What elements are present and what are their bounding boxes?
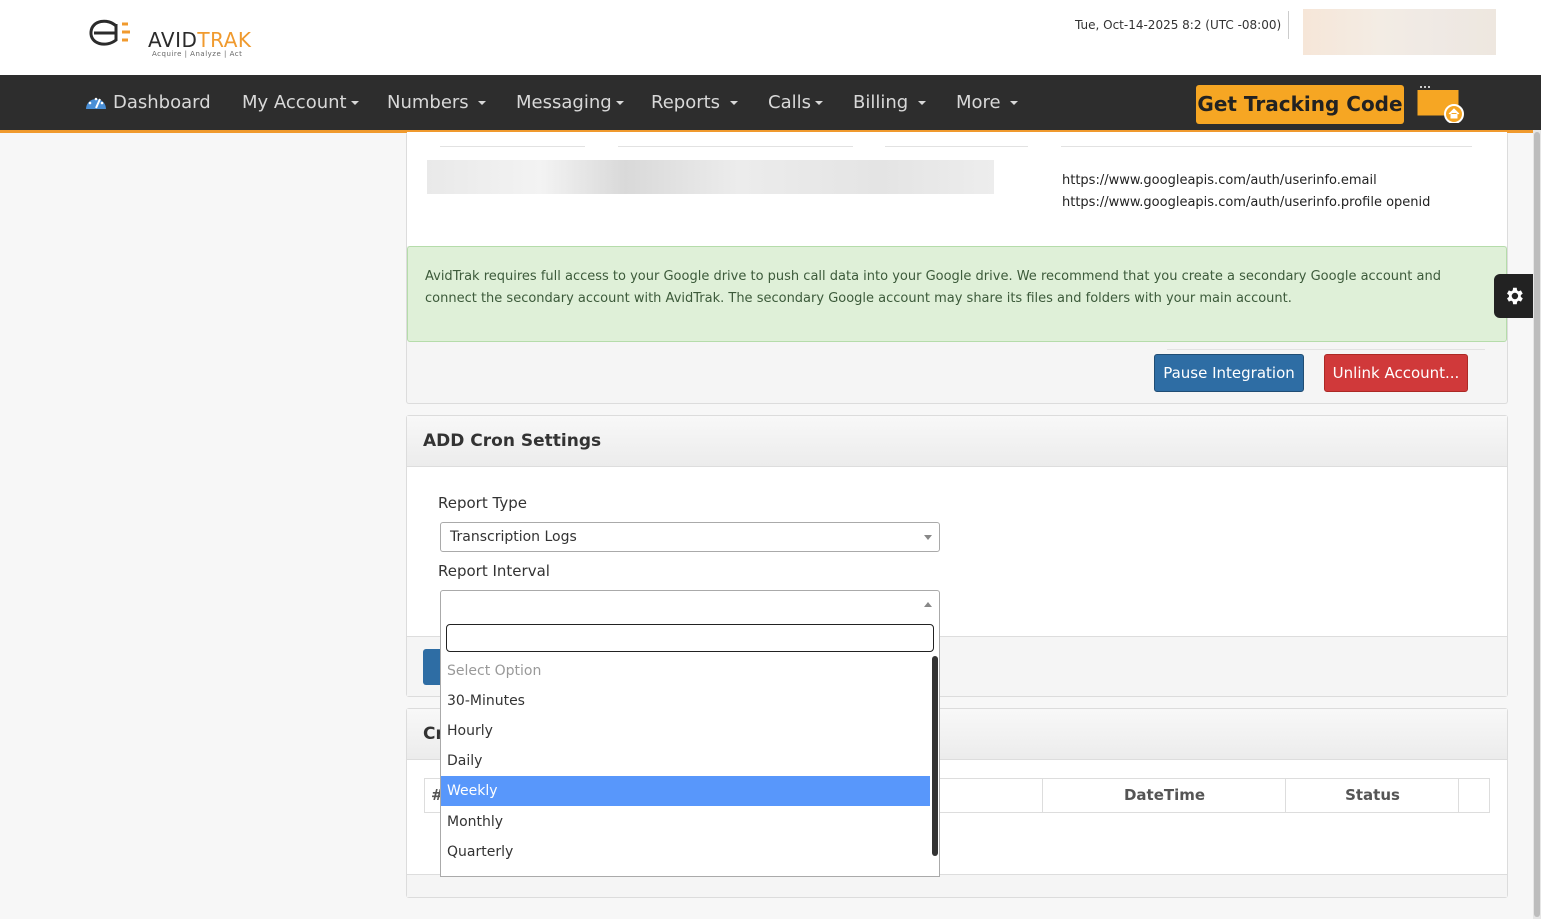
option-label: Weekly [447, 783, 498, 799]
current-datetime: Tue, Oct-14-2025 8:2 (UTC -08:00) [1075, 18, 1282, 32]
integration-details: https://www.googleapis.com/auth/userinfo… [407, 132, 1507, 246]
account-info-redacted [427, 160, 994, 194]
settings-gear-tab[interactable] [1494, 274, 1534, 318]
nav-dashboard-label: Dashboard [113, 92, 211, 113]
chevron-up-icon [924, 602, 932, 607]
dashboard-gauge-icon [86, 97, 106, 109]
panel-footer [407, 874, 1507, 897]
page-scrollbar-thumb[interactable] [1534, 132, 1540, 917]
report-type-value: Transcription Logs [450, 529, 577, 545]
nav-billing-label: Billing [853, 92, 909, 113]
nav-calls-label: Calls [768, 92, 811, 113]
chevron-down-icon [1010, 101, 1019, 105]
report-interval-select[interactable] [440, 590, 940, 620]
nav-dashboard[interactable]: Dashboard [85, 92, 211, 113]
option-label: Select Option [447, 663, 542, 679]
footer-divider [1167, 349, 1485, 350]
dropdown-option[interactable]: Select Option [441, 656, 930, 686]
nav-numbers[interactable]: Numbers [387, 92, 487, 113]
chevron-down-icon [814, 101, 823, 105]
nav-reports-label: Reports [651, 92, 721, 113]
nav-more-label: More [956, 92, 1001, 113]
scope-profile: https://www.googleapis.com/auth/userinfo… [1062, 195, 1431, 210]
dropdown-option[interactable]: Monthly [441, 807, 930, 837]
main-navbar: Dashboard My Account Numbers Messaging R… [0, 75, 1541, 133]
nav-calls[interactable]: Calls [768, 92, 823, 113]
avidtrak-logo[interactable]: AVIDTRAK Acquire | Analyze | Act [88, 14, 268, 62]
logo-avid-text: A [148, 28, 161, 52]
nav-reports[interactable]: Reports [651, 92, 738, 113]
dropdown-search-input[interactable] [446, 624, 934, 652]
logo-mark-icon [89, 19, 130, 46]
scope-email: https://www.googleapis.com/auth/userinfo… [1062, 173, 1377, 188]
browser-home-icon[interactable] [1416, 83, 1464, 123]
col-status[interactable]: Status [1285, 779, 1459, 812]
nav-messaging-label: Messaging [516, 92, 612, 113]
panel-title: ADD Cron Settings [423, 431, 602, 451]
google-integration-panel: https://www.googleapis.com/auth/userinfo… [406, 132, 1508, 404]
logo-tagline: Acquire | Analyze | Act [152, 50, 243, 58]
chevron-down-icon [478, 101, 487, 105]
logo-vid-text: VID [160, 28, 198, 52]
nav-billing[interactable]: Billing [853, 92, 926, 113]
option-label: Hourly [447, 723, 493, 739]
report-type-select[interactable]: Transcription Logs [440, 522, 940, 552]
table-divider [440, 146, 585, 147]
col-actions [1458, 779, 1489, 812]
chevron-down-icon [924, 535, 932, 540]
dropdown-scrollbar[interactable] [932, 656, 938, 856]
dropdown-option[interactable]: Hourly [441, 716, 930, 746]
dropdown-option-highlighted[interactable]: Weekly [441, 776, 930, 806]
dropdown-option[interactable]: Daily [441, 746, 930, 776]
table-divider [1061, 146, 1472, 147]
option-label: Monthly [447, 814, 504, 830]
chevron-down-icon [350, 101, 359, 105]
pause-integration-button[interactable]: Pause Integration [1154, 354, 1304, 392]
chevron-down-icon [729, 101, 738, 105]
report-interval-dropdown: Select Option 30-Minutes Hourly Daily We… [440, 618, 940, 877]
option-label: Quarterly [447, 844, 514, 860]
nav-more[interactable]: More [956, 92, 1019, 113]
nav-my-account-label: My Account [242, 92, 347, 113]
panel-header: ADD Cron Settings [407, 416, 1507, 467]
gear-icon [1507, 287, 1523, 305]
dropdown-option[interactable]: Quarterly [441, 837, 930, 867]
chevron-down-icon [917, 101, 926, 105]
header-divider [1288, 11, 1289, 39]
nav-my-account[interactable]: My Account [242, 92, 359, 113]
report-type-label: Report Type [438, 494, 527, 512]
col-datetime[interactable]: DateTime [1042, 779, 1286, 812]
get-tracking-code-button[interactable]: Get Tracking Code [1196, 85, 1404, 124]
user-profile-redacted[interactable] [1303, 9, 1496, 55]
report-interval-label: Report Interval [438, 562, 550, 580]
table-divider [618, 146, 853, 147]
dropdown-option[interactable]: 30-Minutes [441, 686, 930, 716]
logo-trak-text: TRAK [197, 28, 252, 52]
table-divider [885, 146, 1028, 147]
nav-numbers-label: Numbers [387, 92, 469, 113]
chevron-down-icon [615, 101, 624, 105]
unlink-account-button[interactable]: Unlink Account... [1324, 354, 1468, 392]
option-label: Daily [447, 753, 483, 769]
drive-access-alert: AvidTrak requires full access to your Go… [407, 246, 1507, 342]
nav-messaging[interactable]: Messaging [516, 92, 624, 113]
top-header: AVIDTRAK Acquire | Analyze | Act Tue, Oc… [0, 0, 1541, 75]
alert-text: AvidTrak requires full access to your Go… [425, 269, 1441, 306]
option-label: 30-Minutes [447, 693, 525, 709]
